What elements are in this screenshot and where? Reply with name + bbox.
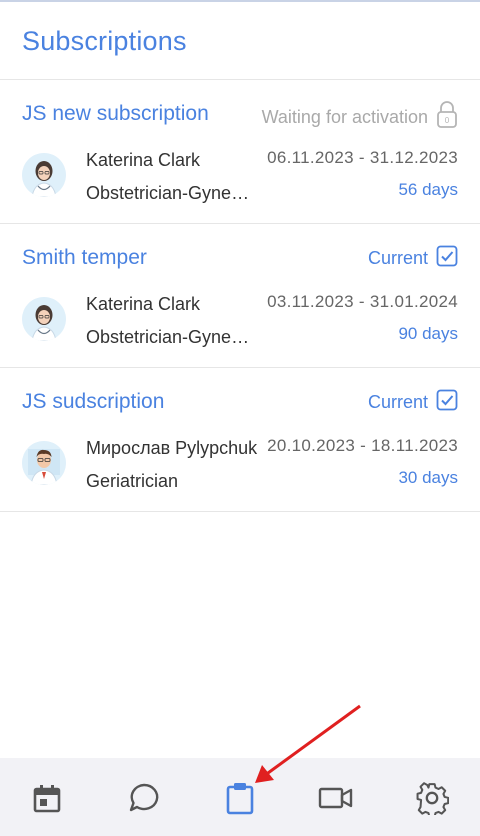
lock-icon: 0 — [436, 101, 458, 134]
subscription-card[interactable]: JS sudscription Current Мирослав Pylypch… — [0, 368, 480, 512]
clipboard-icon — [224, 781, 256, 820]
doctor-specialty: Obstetrician-Gynecologist — [86, 183, 254, 203]
doctor-specialty: Geriatrician — [86, 471, 179, 491]
tab-calendar[interactable] — [29, 782, 65, 818]
svg-text:0: 0 — [445, 116, 450, 125]
date-range: 20.10.2023 - 18.11.2023 — [267, 436, 458, 455]
tab-chat[interactable] — [126, 782, 162, 818]
tab-settings[interactable] — [414, 781, 450, 820]
subscription-card[interactable]: JS new subscription Waiting for activati… — [0, 80, 480, 224]
doctor-name: Katerina Clark — [86, 150, 201, 170]
status-label: Waiting for activation — [261, 107, 428, 127]
avatar — [22, 297, 66, 341]
status-badge: Current — [368, 245, 458, 272]
avatar — [22, 153, 66, 197]
card-divider — [0, 511, 480, 512]
subscription-name: JS new subscription — [22, 102, 209, 125]
days-count: 56 days — [398, 180, 458, 199]
status-label: Current — [367, 248, 428, 268]
gear-icon — [415, 781, 450, 820]
days-count: 90 days — [398, 324, 458, 343]
doctor-name: Мирослав Pylypchuk — [86, 438, 258, 458]
top-border — [0, 0, 480, 2]
video-camera-icon — [318, 784, 354, 817]
status-label: Current — [367, 392, 428, 412]
doctor-name: Katerina Clark — [86, 294, 201, 314]
date-range: 03.11.2023 - 31.01.2024 — [267, 292, 458, 311]
tab-video[interactable] — [318, 782, 354, 818]
tab-subscriptions[interactable] — [222, 782, 258, 818]
bottom-tab-bar — [0, 758, 480, 836]
avatar — [22, 441, 66, 485]
status-badge: Current — [368, 389, 458, 416]
date-range: 06.11.2023 - 31.12.2023 — [267, 148, 458, 167]
status-badge: Waiting for activation 0 — [262, 101, 458, 134]
calendar-icon — [31, 782, 63, 819]
subscription-name: JS sudscription — [22, 390, 165, 413]
chat-icon — [127, 781, 161, 820]
subscription-card[interactable]: Smith temper Current Katerina Clark Obst… — [0, 224, 480, 368]
checkbox-checked-icon — [436, 389, 458, 416]
doctor-specialty: Obstetrician-Gynecologist — [86, 327, 254, 347]
subscription-name: Smith temper — [22, 246, 147, 269]
page-title: Subscriptions — [22, 26, 187, 56]
days-count: 30 days — [398, 468, 458, 487]
checkbox-checked-icon — [436, 245, 458, 272]
